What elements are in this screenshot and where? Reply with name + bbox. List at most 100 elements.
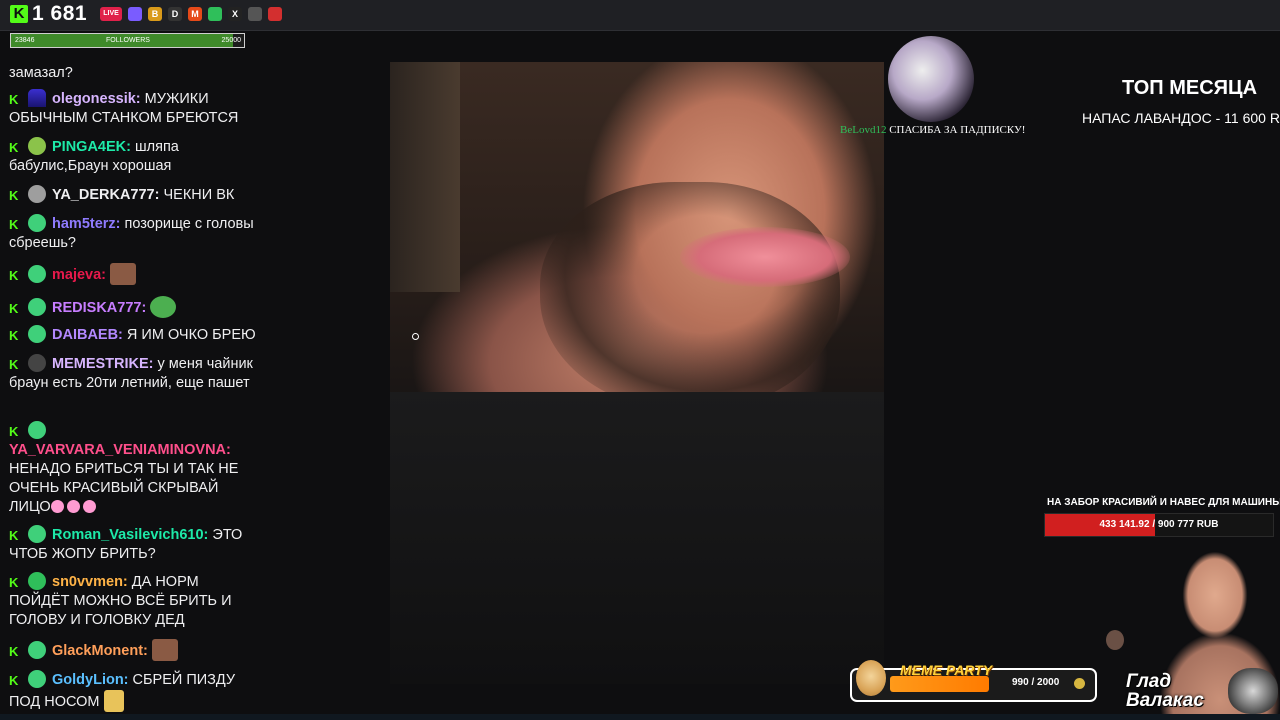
chat-message: Kmajeva: xyxy=(9,263,261,285)
top-month-title: ТОП МЕСЯЦА xyxy=(1122,77,1258,99)
chat-message-text: ЧЕКНИ ВК xyxy=(163,187,235,203)
kick-badge-icon: K xyxy=(9,329,22,342)
chat-message: Kolegonessik: МУЖИКИ ОБЫЧНЫМ СТАНКОМ БРЕ… xyxy=(9,89,261,128)
chat-message: K GlackMonent: xyxy=(9,639,261,661)
chat-message-text: НЕНАДО БРИТЬСЯ ТЫ И ТАК НЕ ОЧЕНЬ КРАСИВЫ… xyxy=(9,461,239,515)
chat-message: K GoldyLion: СБРЕЙ ПИЗДУ ПОД НОСОМ xyxy=(9,670,261,712)
meme-party-widget: MEME PARTY 990 / 2000 xyxy=(850,660,1097,702)
chat-username[interactable]: YA_VARVARA_VENIAMINOVNA: xyxy=(9,442,231,458)
kick-badge-icon: K xyxy=(9,218,22,231)
hands-emote-icon xyxy=(103,690,124,712)
kick-badge-icon: K xyxy=(9,358,22,371)
face-emote-icon xyxy=(151,639,178,661)
kick-badge-icon: K xyxy=(9,645,22,658)
coin-icon xyxy=(1074,678,1085,689)
streamer-brand: Глад Валакас xyxy=(1126,672,1204,710)
chat-message-text: Я ИМ ОЧКО БРЕЮ xyxy=(126,327,256,343)
followers-label: FOLLOWERS xyxy=(106,37,150,44)
chat-username[interactable]: olegonessik: xyxy=(52,91,141,107)
subscription-alert: BeLovd12 СПАСИБА ЗА ПАДПИСКУ! xyxy=(840,124,1025,136)
chat-username[interactable]: DAIBAEB: xyxy=(52,327,123,343)
followers-goal-bar: 23846 FOLLOWERS 25000 xyxy=(10,33,245,48)
subscriber-avatar xyxy=(888,36,974,122)
chat-username[interactable]: ham5terz: xyxy=(52,216,121,232)
heart-badge-icon xyxy=(28,525,46,543)
small-avatar-icon xyxy=(1106,630,1124,650)
face-emote-icon xyxy=(110,263,137,285)
kick-badge-icon: K xyxy=(9,141,22,154)
beard-region xyxy=(540,182,840,412)
chat-message: K MEMESTRIKE: у меня чайник браун есть 20… xyxy=(9,354,261,393)
red-icon[interactable] xyxy=(268,7,282,21)
leaf-badge-icon xyxy=(28,137,46,155)
webcam-video[interactable] xyxy=(390,62,884,684)
followers-current: 23846 xyxy=(15,37,35,44)
hat-badge-icon xyxy=(28,354,46,372)
top-month-entry: НАПАС ЛАВАНДОС - 11 600 R xyxy=(1082,110,1280,126)
chat-username[interactable]: sn0vvmen: xyxy=(52,574,128,590)
chat-message: K Roman_Vasilevich610: ЭТО ЧТОБ ЖОПУ БРИТ… xyxy=(9,525,261,564)
chat-username[interactable]: GoldyLion: xyxy=(52,672,129,688)
meme-party-count: 990 / 2000 xyxy=(1012,677,1060,688)
circle-icon[interactable] xyxy=(208,7,222,21)
clown-emote-icon xyxy=(66,500,80,513)
donation-goal-title: НА ЗАБОР КРАСИВИЙ И НАВЕС ДЛЯ МАШИНЫ xyxy=(1047,497,1280,508)
kick-badge-icon: K xyxy=(9,674,22,687)
chat-username[interactable]: GlackMonent: xyxy=(52,643,148,659)
grid-icon[interactable] xyxy=(248,7,262,21)
kick-badge-icon: K xyxy=(9,93,22,106)
bottom-strip xyxy=(0,714,1280,720)
chat-message-text: замазал? xyxy=(9,65,73,81)
kick-badge-icon: K xyxy=(9,576,22,589)
chat-message: K PINGA4EK: шляпа бабулис,Браун хорошая xyxy=(9,137,261,176)
raccoon-icon xyxy=(1228,668,1278,714)
pinned-icon[interactable] xyxy=(128,7,142,21)
chat-message: замазал? xyxy=(9,64,261,83)
d-icon[interactable]: D xyxy=(168,7,182,21)
kick-badge-icon: K xyxy=(9,269,22,282)
doge-icon xyxy=(856,660,886,696)
kick-badge-icon: K xyxy=(9,189,22,202)
x-icon[interactable]: X xyxy=(228,7,242,21)
chat-username[interactable]: MEMESTRIKE: xyxy=(52,356,154,372)
subscriber-name: BeLovd12 xyxy=(840,124,887,136)
meme-party-title: MEME PARTY xyxy=(900,662,993,678)
chat-message: Ksn0vvmen: ДА НОРМ ПОЙДЁТ МОЖНО ВСЁ БРИТ… xyxy=(9,572,261,630)
heart-badge-icon xyxy=(28,421,46,439)
heart-badge-icon xyxy=(28,670,46,688)
heart-badge-icon xyxy=(28,641,46,659)
chat-username[interactable]: PINGA4EK: xyxy=(52,139,131,155)
chat-message: K DAIBAEB: Я ИМ ОЧКО БРЕЮ xyxy=(9,325,261,345)
frog-emote-icon xyxy=(150,296,177,318)
chat-message: K YA_VARVARA_VENIAMINOVNA: НЕНАДО БРИТЬС… xyxy=(9,421,261,517)
tab-icons: LIVE B D M X xyxy=(100,7,282,21)
avatar-badge-icon xyxy=(28,572,46,590)
brand-line-2: Валакас xyxy=(1126,690,1204,711)
chat-username[interactable]: REDISKA777: xyxy=(52,300,146,316)
chat-message: Kham5terz: позорище с головы сбреешь? xyxy=(9,214,261,253)
heart-badge-icon xyxy=(28,298,46,316)
wizard-hat-badge-icon xyxy=(28,89,46,107)
clown-emote-icon xyxy=(50,500,64,513)
lips-region xyxy=(680,227,850,287)
kick-logo-icon: K xyxy=(10,5,28,23)
brand-line-1: Глад xyxy=(1126,671,1172,692)
chat-username[interactable]: Roman_Vasilevich610: xyxy=(52,527,208,543)
live-icon[interactable]: LIVE xyxy=(100,7,122,21)
skull-badge-icon xyxy=(28,185,46,203)
shirt-region xyxy=(390,392,884,684)
kick-badge-icon: K xyxy=(9,302,22,315)
heart-badge-icon xyxy=(28,214,46,232)
viewer-count: 1 681 xyxy=(32,2,88,25)
kick-badge-icon: K xyxy=(9,529,22,542)
subscription-thanks-text: СПАСИБА ЗА ПАДПИСКУ! xyxy=(889,124,1026,136)
top-bar: K 1 681 LIVE B D M X xyxy=(0,0,1280,31)
kick-badge-icon: K xyxy=(9,425,22,438)
chat-username[interactable]: YA_DERKA777: xyxy=(52,187,159,203)
chat-panel: замазал? Kolegonessik: МУЖИКИ ОБЫЧНЫМ СТ… xyxy=(0,60,270,720)
chat-username[interactable]: majeva: xyxy=(52,267,106,283)
b-icon[interactable]: B xyxy=(148,7,162,21)
meme-party-progress xyxy=(890,676,989,692)
m-icon[interactable]: M xyxy=(188,7,202,21)
chat-message: K YA_DERKA777: ЧЕКНИ ВК xyxy=(9,185,261,205)
